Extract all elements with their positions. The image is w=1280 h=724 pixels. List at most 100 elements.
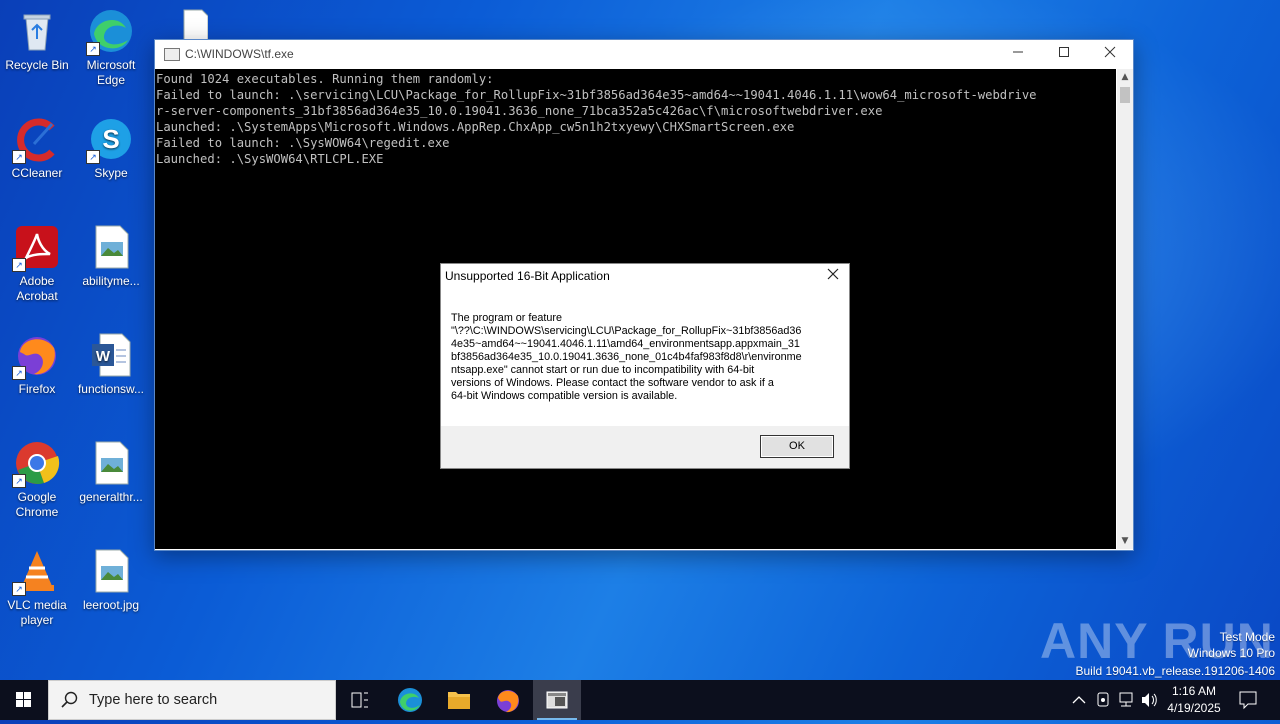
desktop-icon-label: Adobe Acrobat <box>16 274 58 303</box>
console-line: Failed to launch: .\SysWOW64\regedit.exe <box>156 136 450 150</box>
desktop-icon-skype[interactable]: S ↗ Skype <box>74 116 148 181</box>
console-title: C:\WINDOWS\tf.exe <box>185 47 294 61</box>
search-icon <box>61 691 78 708</box>
desktop-icon-label: VLC media player <box>7 598 67 627</box>
desktop-icon-label: Microsoft Edge <box>86 58 136 87</box>
scroll-thumb[interactable] <box>1120 87 1130 103</box>
desktop-icon-label: Recycle Bin <box>5 58 69 72</box>
close-icon <box>1104 46 1116 58</box>
edge-icon <box>398 688 422 712</box>
console-line: Launched: .\SystemApps\Microsoft.Windows… <box>156 120 795 134</box>
console-line: Failed to launch: .\servicing\LCU\Packag… <box>156 88 1037 102</box>
desktop-icon-generalthr[interactable]: generalthr... <box>74 440 148 505</box>
chrome-icon: ↗ <box>12 440 60 488</box>
console-titlebar[interactable]: C:\WINDOWS\tf.exe <box>155 40 1133 69</box>
watermark-test-mode: Test Mode <box>1219 630 1275 644</box>
desktop-icon-functionsw[interactable]: W functionsw... <box>74 332 148 397</box>
taskbar-console-app[interactable] <box>533 680 581 720</box>
close-icon <box>827 268 839 280</box>
dialog-footer: OK <box>441 426 849 468</box>
minimize-button[interactable] <box>995 40 1041 69</box>
desktop-icon-edge[interactable]: ↗ Microsoft Edge <box>74 8 148 88</box>
desktop-icon-label: leeroot.jpg <box>82 598 140 612</box>
firefox-icon: ↗ <box>12 332 60 380</box>
firefox-icon <box>497 690 519 713</box>
shortcut-arrow-icon: ↗ <box>12 582 26 596</box>
svg-text:W: W <box>96 348 111 365</box>
clock-date: 4/19/2025 <box>1167 701 1221 715</box>
taskbar-file-explorer[interactable] <box>435 680 483 720</box>
ok-button[interactable]: OK <box>760 435 834 458</box>
tray-network-icon[interactable] <box>1115 680 1137 720</box>
clock-time: 1:16 AM <box>1171 684 1217 698</box>
desktop-icon-firefox[interactable]: ↗ Firefox <box>0 332 74 397</box>
maximize-button[interactable] <box>1041 40 1087 69</box>
minimize-icon <box>1013 51 1023 53</box>
speaker-icon <box>1142 693 1157 707</box>
desktop-icon-label: Firefox <box>18 382 56 396</box>
windows-logo-icon <box>16 692 31 707</box>
desktop-icon-abilityme[interactable]: abilityme... <box>74 224 148 289</box>
recycle-bin-icon <box>14 8 60 54</box>
image-file-icon <box>88 548 134 594</box>
tray-device-icon[interactable] <box>1092 680 1114 720</box>
start-button[interactable] <box>0 680 48 720</box>
show-hidden-icons-button[interactable] <box>1068 680 1090 720</box>
console-scrollbar[interactable]: ▲ ▼ <box>1117 69 1133 549</box>
scroll-up-icon[interactable]: ▲ <box>1117 69 1133 85</box>
shortcut-arrow-icon: ↗ <box>12 258 26 272</box>
image-file-icon <box>88 224 134 270</box>
usb-device-icon <box>1097 692 1109 707</box>
unsupported-app-dialog[interactable]: Unsupported 16-Bit Application The progr… <box>440 263 850 469</box>
desktop-icon-label: generalthr... <box>79 490 143 504</box>
task-view-button[interactable] <box>336 680 384 720</box>
svg-text:S: S <box>102 124 119 154</box>
dialog-title: Unsupported 16-Bit Application <box>445 269 610 283</box>
console-line: Found 1024 executables. Running them ran… <box>156 72 494 86</box>
desktop-icon-leeroot[interactable]: leeroot.jpg <box>74 548 148 613</box>
acrobat-icon: ↗ <box>12 224 60 272</box>
desktop-icon-recycle-bin[interactable]: Recycle Bin <box>0 8 74 73</box>
chevron-up-icon <box>1072 696 1086 704</box>
tray-volume-icon[interactable] <box>1138 680 1160 720</box>
skype-icon: S ↗ <box>86 116 134 164</box>
desktop-icon-label: CCleaner <box>11 166 63 180</box>
word-document-icon: W <box>88 332 134 378</box>
console-line: Launched: .\SysWOW64\RTLCPL.EXE <box>156 152 384 166</box>
taskbar-firefox[interactable] <box>484 680 532 720</box>
desktop-icon-adobe-acrobat[interactable]: ↗ Adobe Acrobat <box>0 224 74 304</box>
console-window-icon <box>546 691 568 709</box>
watermark-edition: Windows 10 Pro <box>1187 646 1275 660</box>
folder-icon <box>448 692 470 709</box>
shortcut-arrow-icon: ↗ <box>86 150 100 164</box>
shortcut-arrow-icon: ↗ <box>12 366 26 380</box>
desktop-icon-label: Skype <box>94 166 128 180</box>
ccleaner-icon: ↗ <box>12 116 60 164</box>
notification-icon <box>1239 691 1257 710</box>
edge-icon: ↗ <box>86 8 134 56</box>
scroll-down-icon[interactable]: ▼ <box>1117 533 1133 549</box>
console-line: r-server-components_31bf3856ad364e35_10.… <box>156 104 883 118</box>
desktop-icon-label: Google Chrome <box>15 490 59 519</box>
watermark-build: Build 19041.vb_release.191206-1406 <box>1075 664 1276 678</box>
taskbar-search-box[interactable]: Type here to search <box>48 680 336 720</box>
shortcut-arrow-icon: ↗ <box>12 474 26 488</box>
taskbar-edge[interactable] <box>386 680 434 720</box>
image-file-icon <box>88 440 134 486</box>
desktop-icon-label: abilityme... <box>82 274 140 288</box>
search-placeholder: Type here to search <box>89 692 218 708</box>
action-center-button[interactable] <box>1234 680 1262 720</box>
maximize-icon <box>1059 47 1069 57</box>
desktop-icon-label: functionsw... <box>77 382 145 396</box>
desktop-icon-google-chrome[interactable]: ↗ Google Chrome <box>0 440 74 520</box>
dialog-message: The program or feature "\??\C:\WINDOWS\s… <box>451 312 802 402</box>
desktop-icon-vlc[interactable]: ↗ VLC media player <box>0 548 74 628</box>
close-button[interactable] <box>1087 40 1133 69</box>
taskbar-clock[interactable]: 1:16 AM 4/19/2025 <box>1158 683 1230 717</box>
console-app-icon <box>164 48 180 61</box>
vlc-icon: ↗ <box>12 548 60 596</box>
network-icon <box>1119 692 1133 707</box>
shortcut-arrow-icon: ↗ <box>12 150 26 164</box>
desktop-icon-ccleaner[interactable]: ↗ CCleaner <box>0 116 74 181</box>
dialog-close-button[interactable] <box>821 265 845 287</box>
